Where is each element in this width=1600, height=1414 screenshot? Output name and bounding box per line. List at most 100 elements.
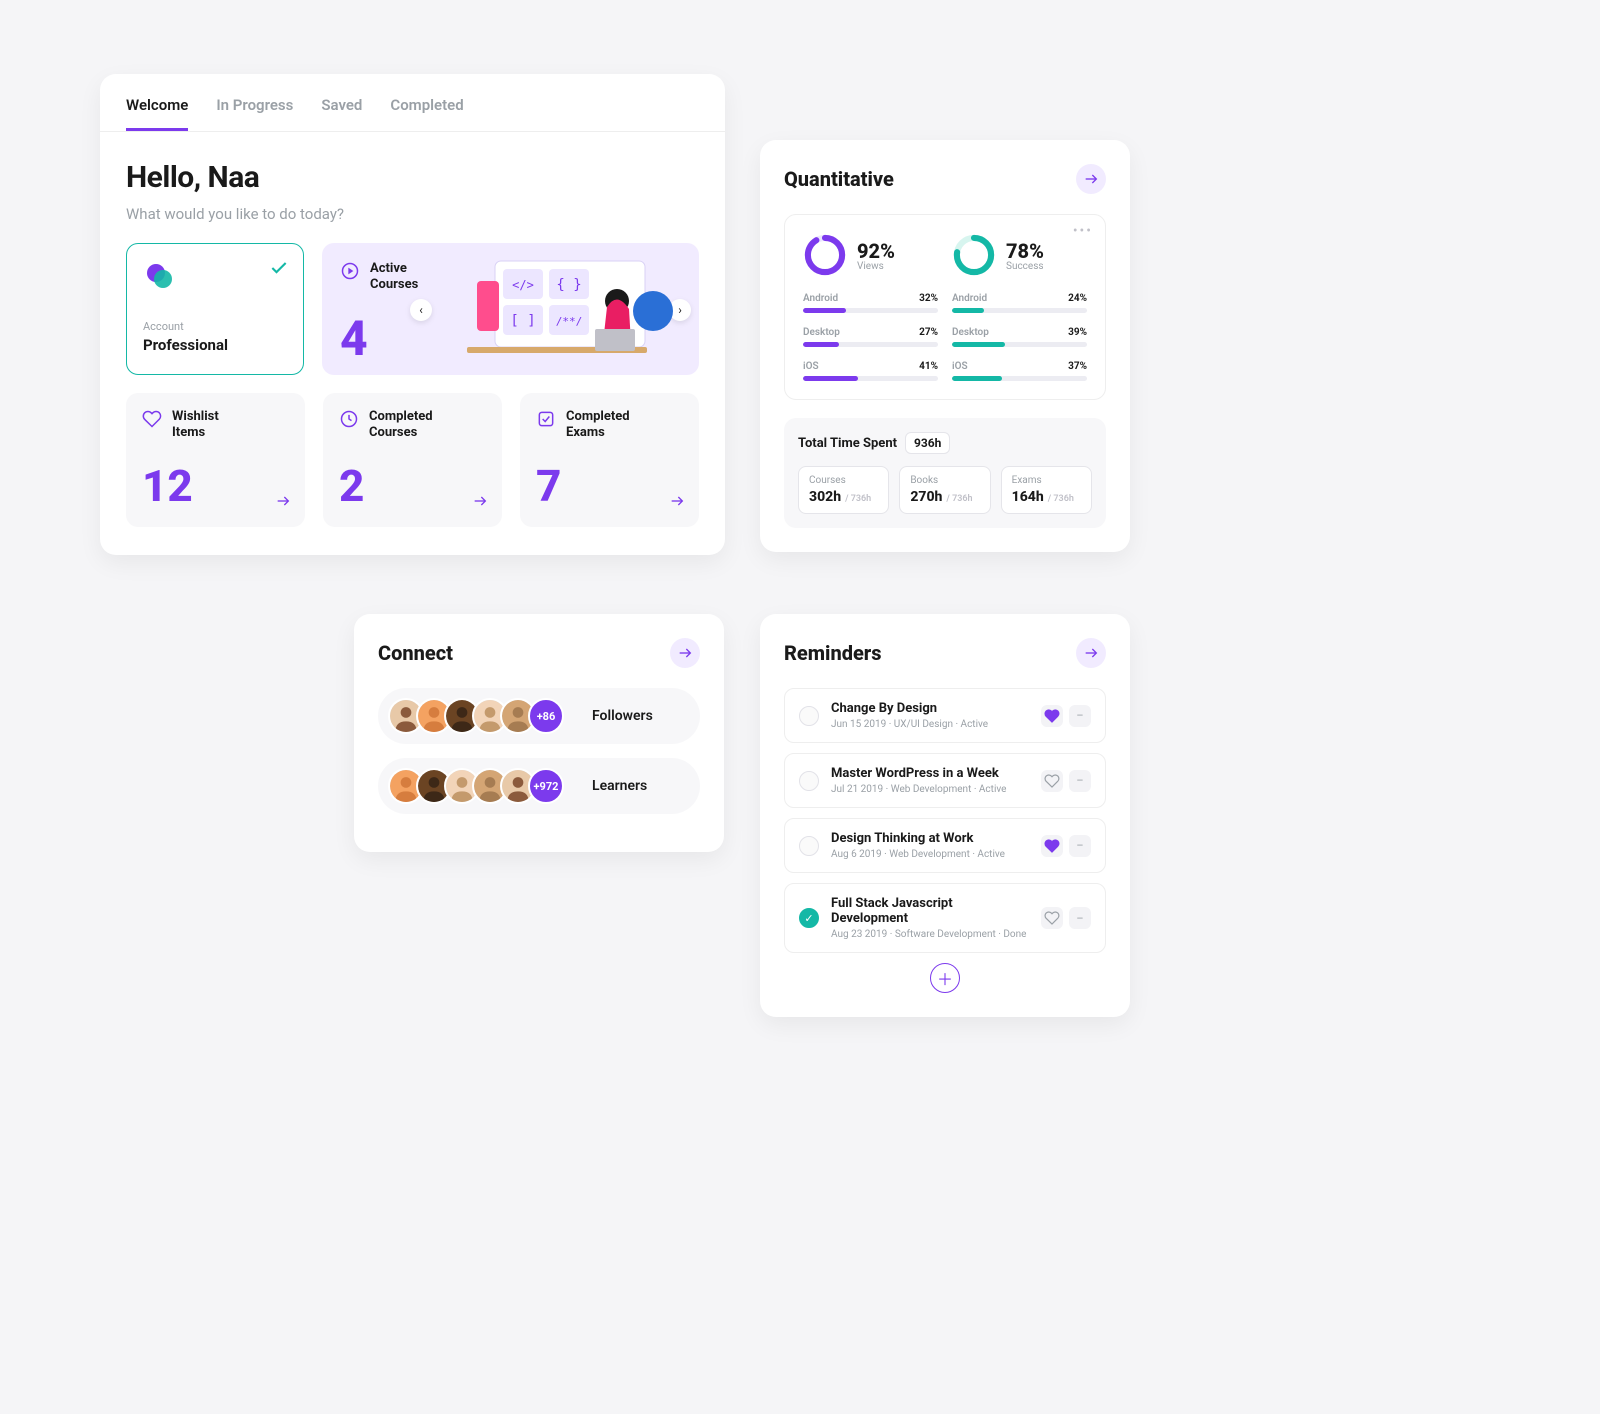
reminder-title: Design Thinking at Work [831,831,1029,846]
avatar-more-badge: +86 [528,698,564,734]
bar-value: 24% [1068,293,1087,304]
wishlist-tile[interactable]: Wishlist Items 12 [126,393,305,527]
connect-row[interactable]: +972Learners [378,758,700,814]
arrow-right-icon [669,493,685,513]
reminder-like-button[interactable] [1041,835,1063,857]
reminders-title: Reminders [784,641,882,665]
reminder-checkbox[interactable] [799,771,819,791]
reminder-like-button[interactable] [1041,907,1063,929]
completed-courses-title-l2: Courses [369,425,433,441]
bar-label: iOS [803,361,819,372]
reminders-go-button[interactable] [1076,638,1106,668]
avatar-stack: +972 [388,768,564,804]
quantitative-title: Quantitative [784,167,894,191]
tab-welcome[interactable]: Welcome [126,96,188,131]
reminder-checkbox[interactable] [799,706,819,726]
bar-label: Desktop [952,327,989,338]
welcome-card: Welcome In Progress Saved Completed Hell… [100,74,725,555]
bar-fill [952,376,1002,381]
bar-row: iOS 41% [803,361,938,381]
heart-icon [142,409,162,433]
wishlist-title-l2: Items [172,425,219,441]
reminder-remove-button[interactable]: – [1069,770,1091,792]
active-courses-title-l2: Courses [370,277,418,293]
reminder-like-button[interactable] [1041,705,1063,727]
reminder-remove-button[interactable]: – [1069,907,1091,929]
checkmark-icon [269,258,289,282]
course-illustration: </> { } [ ] /**/ [467,251,677,371]
connect-go-button[interactable] [670,638,700,668]
success-label: Success [1006,261,1044,272]
wishlist-value: 12 [142,460,289,512]
bar-fill [803,342,839,347]
greeting-subtitle: What would you like to do today? [126,205,699,223]
reminder-title: Full Stack Javascript Development [831,896,1029,926]
reminder-subtitle: Jun 15 2019 · UX/UI Design · Active [831,719,1029,730]
check-square-icon [536,409,556,433]
time-label: Total Time Spent [798,436,897,451]
time-total-badge: 936h [905,432,950,454]
quantitative-panel: ••• 92% Views Android32%Desktop27 [784,214,1106,400]
add-reminder-button[interactable]: ＋ [930,963,960,993]
account-label: Account [143,320,287,333]
clock-icon [339,409,359,433]
active-courses-title-l1: Active [370,261,418,277]
people-icon [143,260,175,292]
bar-fill [803,308,846,313]
time-cell: Books270h/ 736h [899,466,990,514]
svg-text:{ }: { } [556,277,581,293]
account-tile[interactable]: Account Professional [126,243,304,375]
connect-title: Connect [378,641,453,665]
reminder-like-button[interactable] [1041,770,1063,792]
time-value: 302h [809,489,841,505]
tab-completed[interactable]: Completed [390,96,463,131]
completed-courses-tile[interactable]: Completed Courses 2 [323,393,502,527]
reminder-title: Master WordPress in a Week [831,766,1029,781]
connect-row[interactable]: +86 Followers [378,688,700,744]
carousel-prev-button[interactable]: ‹ [410,299,432,321]
completed-courses-title-l1: Completed [369,409,433,425]
completed-courses-value: 2 [339,460,486,512]
reminder-remove-button[interactable]: – [1069,835,1091,857]
more-options-button[interactable]: ••• [1073,223,1093,239]
reminder-item: ✓Full Stack Javascript DevelopmentAug 23… [784,883,1106,953]
account-value: Professional [143,336,287,354]
reminder-item: Master WordPress in a Week Jul 21 2019 · … [784,753,1106,808]
quantitative-go-button[interactable] [1076,164,1106,194]
time-subvalue: / 736h [946,494,972,504]
bar-row: Desktop27% [803,327,938,347]
bar-row: Desktop 39% [952,327,1087,347]
reminder-subtitle: Aug 6 2019 · Web Development · Active [831,849,1029,860]
reminder-checkbox[interactable]: ✓ [799,908,819,928]
time-cell: Courses302h/ 736h [798,466,889,514]
svg-text:/**/: /**/ [556,315,583,328]
tab-in-progress[interactable]: In Progress [216,96,293,131]
bar-row: iOS37% [952,361,1087,381]
active-courses-tile[interactable]: Active Courses 4 ‹ › </> { } [ ] /**/ [322,243,699,375]
bar-fill [952,308,984,313]
svg-text:</>: </> [512,278,534,292]
views-donut-icon [803,233,847,277]
bar-label: Android [803,293,838,304]
bar-value: 39% [1068,327,1087,338]
reminder-remove-button[interactable]: – [1069,705,1091,727]
bar-fill [952,342,1005,347]
connect-card: Connect +86 Followers +972Learners [354,614,724,852]
time-subvalue: / 736h [1048,494,1074,504]
time-category: Books [910,475,979,486]
connect-label: Followers [592,708,653,724]
bar-row: Android24% [952,293,1087,313]
bar-value: 41% [919,361,938,372]
reminder-subtitle: Jul 21 2019 · Web Development · Active [831,784,1029,795]
completed-exams-tile[interactable]: Completed Exams 7 [520,393,699,527]
time-subvalue: / 736h [845,494,871,504]
svg-text:[ ]: [ ] [510,313,535,329]
tab-saved[interactable]: Saved [321,96,362,131]
time-value: 164h [1012,489,1044,505]
wishlist-title-l1: Wishlist [172,409,219,425]
avatar-more-badge: +972 [528,768,564,804]
bar-label: iOS [952,361,968,372]
play-circle-icon [340,261,360,285]
reminder-checkbox[interactable] [799,836,819,856]
reminder-item: Change By DesignJun 15 2019 · UX/UI Desi… [784,688,1106,743]
